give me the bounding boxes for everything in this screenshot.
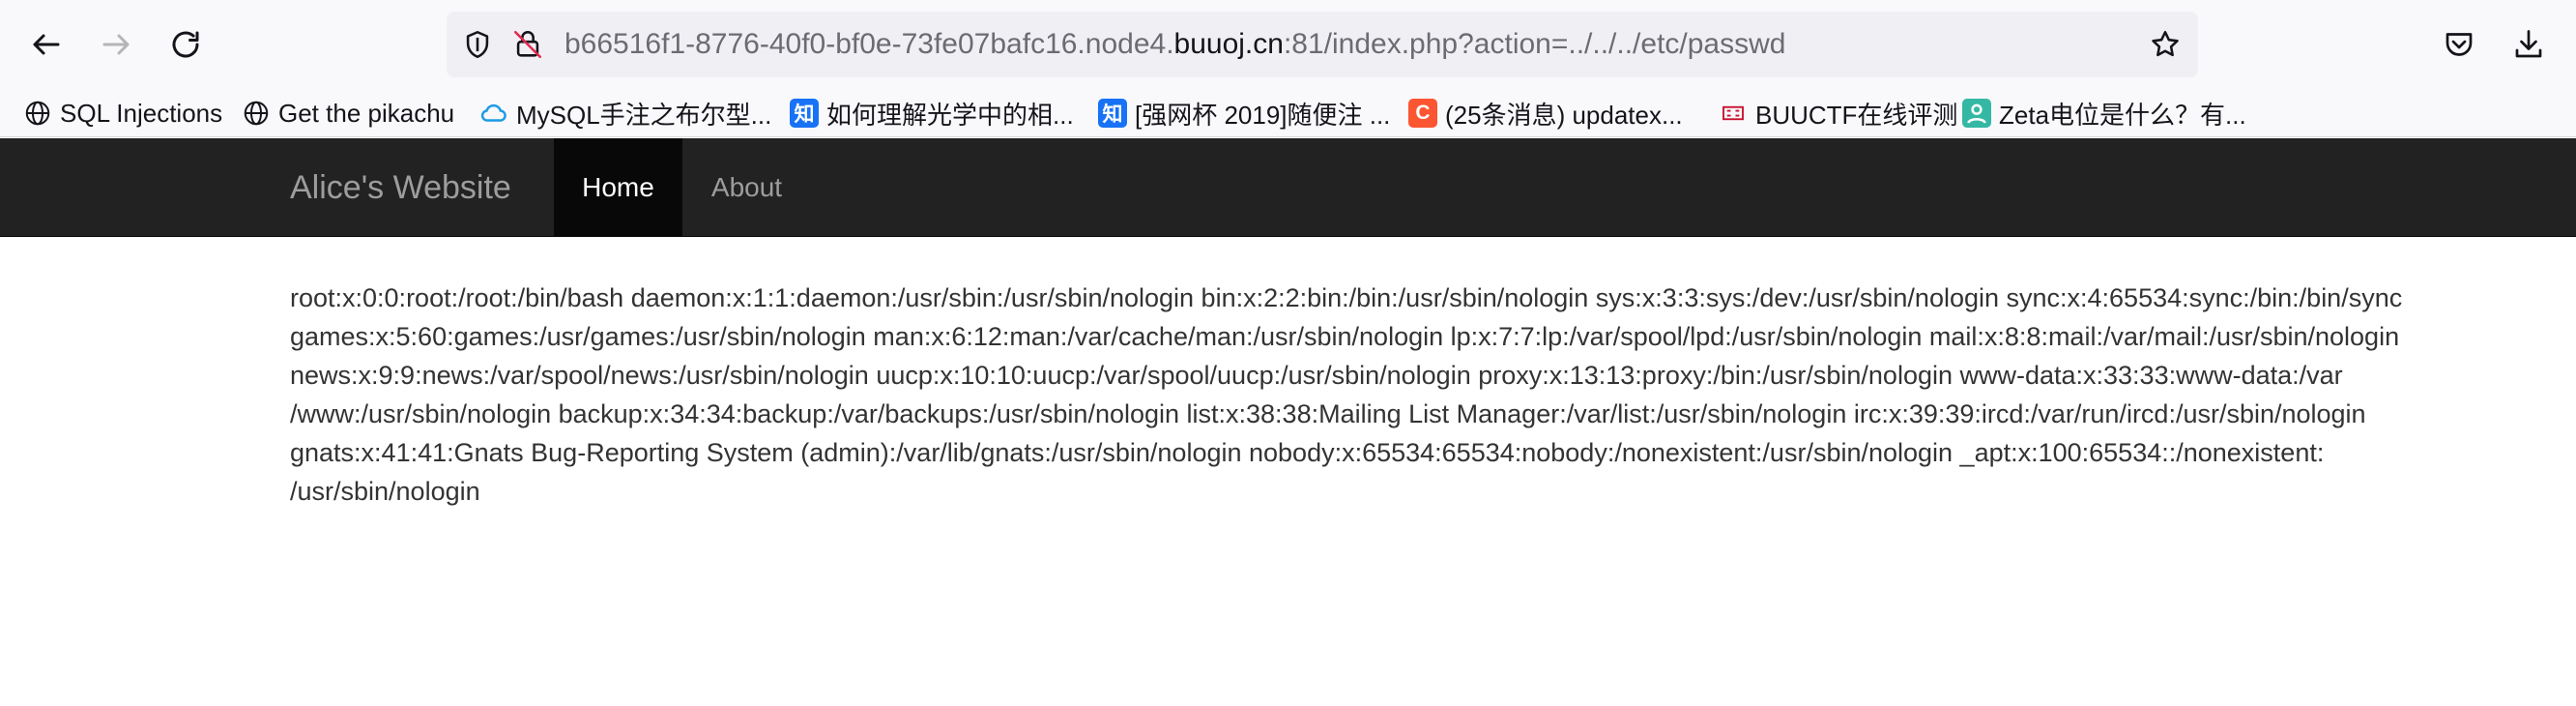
- cloud-icon: [479, 99, 508, 128]
- back-button[interactable]: [17, 15, 75, 74]
- bookmark-label: 如何理解光学中的相...: [826, 100, 1074, 130]
- browser-toolbar: b66516f1-8776-40f0-bf0e-73fe07bafc16.nod…: [0, 0, 2576, 89]
- bookmark-label: SQL Injections: [60, 98, 223, 128]
- back-icon: [33, 34, 60, 55]
- bookmark-label: (25条消息) updatex...: [1445, 100, 1683, 130]
- bookmark-zhihu-qwb[interactable]: 知 [强网杯 2019]随便注 ...: [1098, 94, 1390, 132]
- bookmarks-bar: SQL Injections Get the pikachu MySQL手注之布…: [0, 89, 2576, 137]
- passwd-line: /usr/sbin/nologin: [290, 477, 480, 506]
- csdn-icon: C: [1408, 99, 1437, 128]
- passwd-line: root:x:0:0:root:/root:/bin/bash daemon:x…: [290, 283, 2403, 312]
- shield-icon[interactable]: [458, 25, 497, 64]
- url-domain: buuoj.cn: [1173, 28, 1284, 60]
- globe-icon: [242, 99, 271, 128]
- download-icon: [2515, 30, 2542, 58]
- bookmark-mysql[interactable]: MySQL手注之布尔型...: [479, 94, 771, 132]
- bookmark-zhihu-optics[interactable]: 知 如何理解光学中的相...: [790, 94, 1074, 132]
- bookmark-label: BUUCTF在线评测: [1755, 100, 1958, 130]
- bookmark-get-the-pikachu[interactable]: Get the pikachu: [242, 94, 454, 132]
- buuctf-icon: [1719, 99, 1748, 128]
- forward-button[interactable]: [87, 15, 145, 74]
- forward-icon: [102, 34, 130, 55]
- url-suffix: :81/index.php?action=../../../etc/passwd: [1283, 28, 1786, 60]
- pocket-icon: [2446, 33, 2473, 56]
- bookmark-label: [强网杯 2019]随便注 ...: [1135, 100, 1391, 130]
- downloads-button[interactable]: [2500, 15, 2558, 74]
- url-bar[interactable]: b66516f1-8776-40f0-bf0e-73fe07bafc16.nod…: [447, 12, 2198, 77]
- bookmark-label: Get the pikachu: [278, 98, 455, 128]
- bookmark-zeta[interactable]: Zeta电位是什么？有...: [1962, 94, 2246, 132]
- site-brand[interactable]: Alice's Website: [290, 138, 511, 237]
- reload-icon: [172, 31, 199, 58]
- bookmark-buuctf[interactable]: BUUCTF在线评测: [1719, 94, 1957, 132]
- passwd-output: root:x:0:0:root:/root:/bin/bash daemon:x…: [290, 279, 2504, 511]
- insecure-lock-icon[interactable]: [508, 25, 547, 64]
- star-icon[interactable]: [2146, 25, 2185, 64]
- url-prefix: b66516f1-8776-40f0-bf0e-73fe07bafc16.nod…: [564, 28, 1174, 60]
- nav-home[interactable]: Home: [554, 138, 682, 237]
- bookmark-label: MySQL手注之布尔型...: [516, 100, 772, 130]
- bookmark-sql-injections[interactable]: SQL Injections: [23, 94, 222, 132]
- passwd-line: /www:/usr/sbin/nologin backup:x:34:34:ba…: [290, 399, 2366, 428]
- zhihu-icon: 知: [790, 99, 819, 128]
- reload-button[interactable]: [157, 15, 215, 74]
- passwd-line: news:x:9:9:news:/var/spool/news:/usr/sbi…: [290, 361, 2343, 390]
- passwd-line: gnats:x:41:41:Gnats Bug-Reporting System…: [290, 438, 2325, 467]
- url-text[interactable]: b66516f1-8776-40f0-bf0e-73fe07bafc16.nod…: [564, 27, 1785, 62]
- person-icon: [1962, 99, 1991, 128]
- bookmark-csdn-updatexml[interactable]: C (25条消息) updatex...: [1408, 94, 1683, 132]
- bookmark-label: Zeta电位是什么？有...: [1999, 100, 2246, 130]
- zhihu-icon: 知: [1098, 99, 1127, 128]
- globe-icon: [23, 99, 52, 128]
- pocket-button[interactable]: [2430, 15, 2488, 74]
- nav-about[interactable]: About: [682, 138, 811, 237]
- passwd-line: games:x:5:60:games:/usr/games:/usr/sbin/…: [290, 322, 2400, 351]
- site-navbar: Alice's Website Home About: [0, 138, 2576, 237]
